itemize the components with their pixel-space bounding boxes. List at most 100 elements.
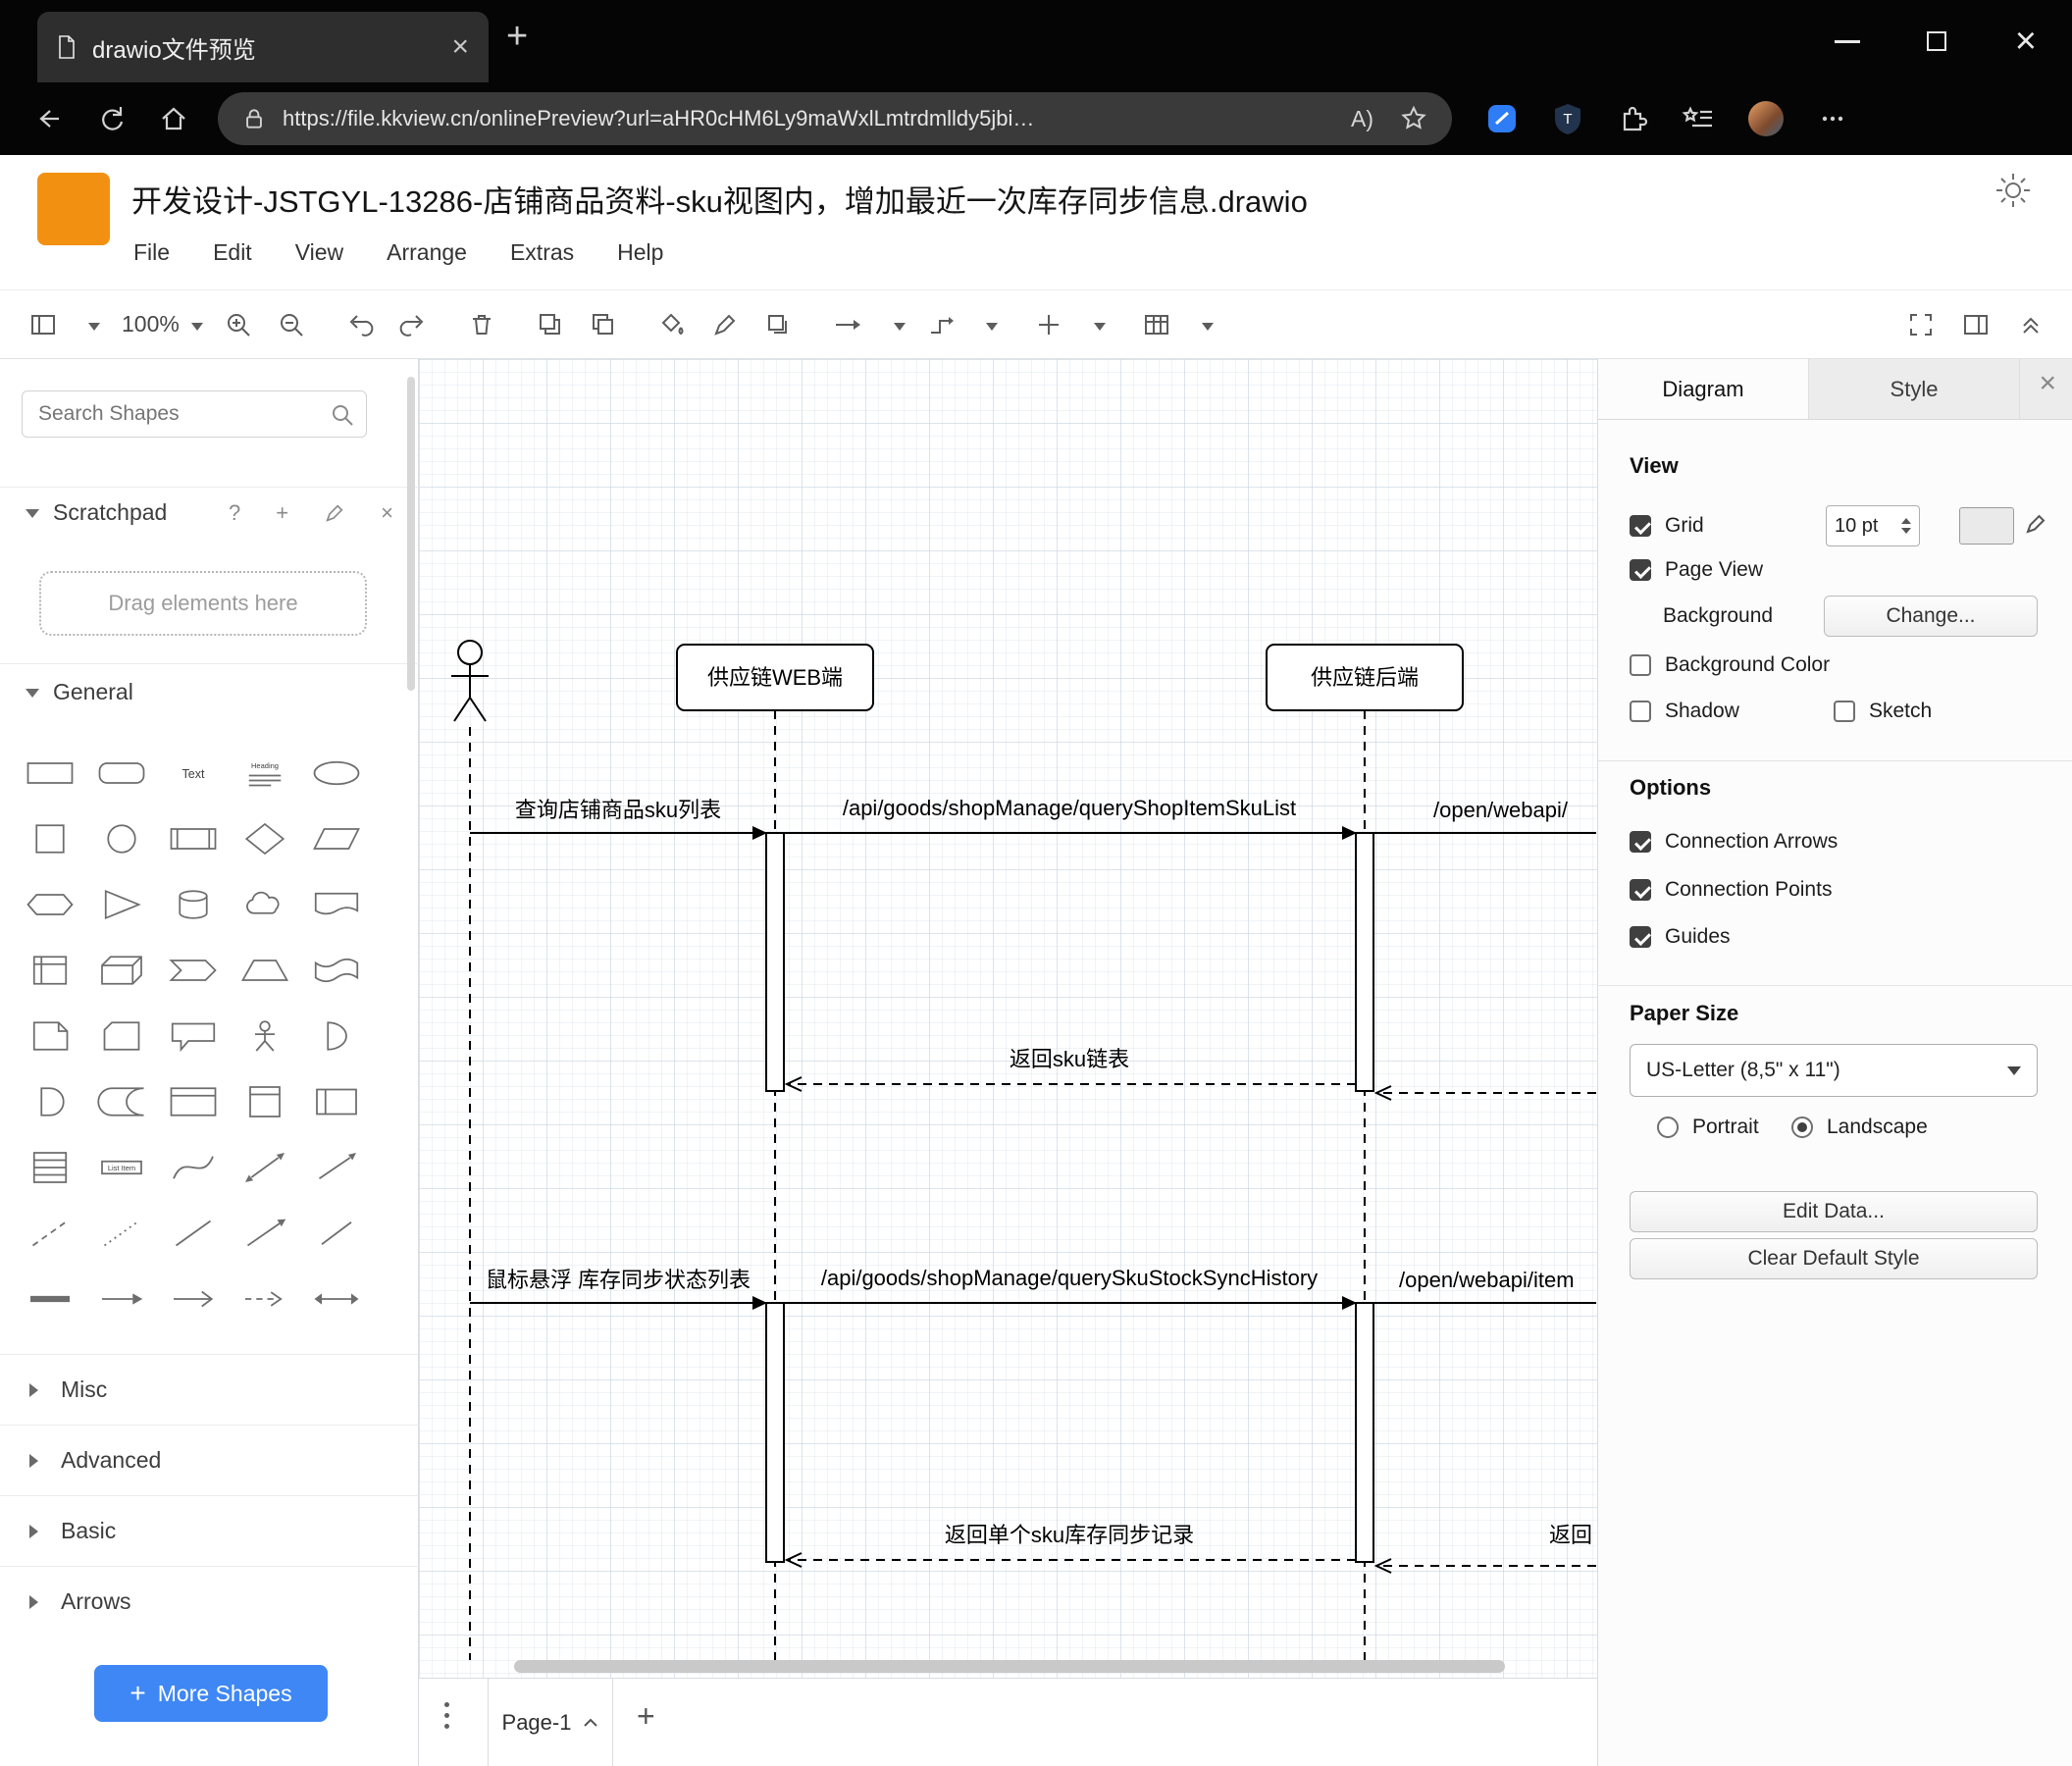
tab-style[interactable]: Style xyxy=(1809,359,2020,419)
message-open-webapi-item[interactable]: /open/webapi/item xyxy=(1373,1268,1596,1304)
return-from-external-2[interactable]: 返回 xyxy=(1373,1523,1596,1574)
format-panel-toggle-button[interactable] xyxy=(1962,311,1990,338)
shape-circle[interactable] xyxy=(85,805,157,871)
section-advanced[interactable]: Advanced xyxy=(0,1425,419,1495)
shape-curve[interactable] xyxy=(157,1134,229,1200)
shape-parallelogram[interactable] xyxy=(300,805,372,871)
edit-grid-color-icon[interactable] xyxy=(2024,512,2047,536)
return-single-sku-record[interactable]: 返回单个sku库存同步记录 xyxy=(784,1523,1356,1568)
read-aloud-icon[interactable]: A) xyxy=(1351,106,1373,132)
shape-cloud[interactable] xyxy=(229,871,300,937)
menu-file[interactable]: File xyxy=(133,239,170,266)
favorite-star-icon[interactable] xyxy=(1399,104,1428,133)
maximize-icon[interactable] xyxy=(1926,31,1946,51)
shape-document[interactable] xyxy=(300,871,372,937)
view-panels-button[interactable] xyxy=(29,311,57,338)
actor-shape[interactable] xyxy=(451,640,489,722)
scratchpad-add-icon[interactable]: + xyxy=(276,501,288,524)
horizontal-scrollbar[interactable] xyxy=(514,1660,1505,1673)
shape-vertical-container[interactable] xyxy=(229,1068,300,1134)
line-color-button[interactable] xyxy=(711,311,739,338)
menu-arrange[interactable]: Arrange xyxy=(387,239,467,266)
connection-arrows-checkbox[interactable] xyxy=(1630,831,1651,853)
paper-size-select[interactable]: US-Letter (8,5" x 11") xyxy=(1630,1044,2038,1097)
change-background-button[interactable]: Change... xyxy=(1824,596,2038,637)
shape-rectangle[interactable] xyxy=(14,740,85,805)
grid-color-swatch[interactable] xyxy=(1959,507,2014,545)
shape-bidirectional-horizontal-arrow[interactable] xyxy=(300,1266,372,1331)
scratchpad-edit-icon[interactable] xyxy=(324,502,345,524)
shape-arrow-right[interactable] xyxy=(85,1266,157,1331)
shape-square[interactable] xyxy=(14,805,85,871)
menu-view[interactable]: View xyxy=(295,239,343,266)
shape-list[interactable] xyxy=(14,1134,85,1200)
shape-internal-storage[interactable] xyxy=(14,937,85,1003)
shield-extension-icon[interactable]: T xyxy=(1552,102,1583,135)
shape-directional-arrow[interactable] xyxy=(229,1200,300,1266)
shape-trapezoid[interactable] xyxy=(229,937,300,1003)
return-sku-list[interactable]: 返回sku链表 xyxy=(784,1047,1356,1092)
menu-extras[interactable]: Extras xyxy=(510,239,574,266)
participant-backend[interactable]: 供应链后端 xyxy=(1266,644,1464,711)
fullscreen-button[interactable] xyxy=(1907,311,1935,338)
refresh-icon[interactable] xyxy=(96,104,126,133)
collapse-toolbar-button[interactable] xyxy=(2017,311,2045,338)
shape-rounded-rectangle[interactable] xyxy=(85,740,157,805)
portrait-radio[interactable] xyxy=(1657,1117,1679,1138)
url-bar[interactable]: https://file.kkview.cn/onlinePreview?url… xyxy=(218,92,1452,145)
message-query-sku-list[interactable]: 查询店铺商品sku列表 xyxy=(470,798,767,840)
scratchpad-close-icon[interactable]: × xyxy=(381,501,393,524)
waypoint-style-button[interactable] xyxy=(927,311,955,338)
background-color-checkbox[interactable] xyxy=(1630,654,1651,676)
more-shapes-button[interactable]: + More Shapes xyxy=(94,1665,328,1722)
profile-avatar[interactable] xyxy=(1748,101,1784,136)
to-back-button[interactable] xyxy=(590,311,617,338)
page-view-checkbox[interactable] xyxy=(1630,559,1651,581)
shape-diamond[interactable] xyxy=(229,805,300,871)
shape-note[interactable] xyxy=(14,1003,85,1068)
favorites-hub-icon[interactable] xyxy=(1682,104,1715,133)
menu-edit[interactable]: Edit xyxy=(213,239,252,266)
shape-link[interactable] xyxy=(14,1266,85,1331)
tab-diagram[interactable]: Diagram xyxy=(1598,359,1809,419)
grid-checkbox[interactable] xyxy=(1630,515,1651,537)
back-icon[interactable] xyxy=(33,104,63,133)
format-panel-close-icon[interactable]: × xyxy=(2039,369,2056,398)
shadow-button[interactable] xyxy=(764,311,792,338)
clear-default-style-button[interactable]: Clear Default Style xyxy=(1630,1238,2038,1279)
sketch-checkbox[interactable] xyxy=(1834,701,1855,722)
zoom-in-button[interactable] xyxy=(225,311,252,338)
edit-data-button[interactable]: Edit Data... xyxy=(1630,1191,2038,1232)
browser-menu-icon[interactable] xyxy=(1817,104,1848,133)
shape-line[interactable] xyxy=(157,1200,229,1266)
sidebar-scrollbar[interactable] xyxy=(407,377,415,691)
shape-step[interactable] xyxy=(157,937,229,1003)
shape-actor[interactable] xyxy=(229,1003,300,1068)
message-open-webapi[interactable]: /open/webapi/ xyxy=(1373,798,1596,834)
scratchpad-header[interactable]: Scratchpad ? + × xyxy=(0,487,419,538)
lifelines[interactable] xyxy=(469,710,1366,1660)
pages-menu-icon[interactable] xyxy=(444,1702,449,1729)
undo-button[interactable] xyxy=(346,311,374,338)
redo-button[interactable] xyxy=(399,311,427,338)
return-from-external-1[interactable] xyxy=(1373,1085,1596,1101)
shape-or[interactable] xyxy=(300,1003,372,1068)
theme-toggle-icon[interactable] xyxy=(1994,171,2033,210)
shape-card[interactable] xyxy=(85,1003,157,1068)
fill-color-button[interactable] xyxy=(658,311,686,338)
shape-cylinder[interactable] xyxy=(157,871,229,937)
insert-button[interactable] xyxy=(1035,311,1062,338)
guides-checkbox[interactable] xyxy=(1630,926,1651,948)
delete-button[interactable] xyxy=(468,311,495,338)
message-hover-stock-sync[interactable]: 鼠标悬浮 库存同步状态列表 xyxy=(470,1268,767,1310)
shape-process[interactable] xyxy=(157,805,229,871)
shape-ellipse[interactable] xyxy=(300,740,372,805)
browser-tab[interactable]: drawio文件预览 × xyxy=(37,12,489,82)
shape-and[interactable] xyxy=(14,1068,85,1134)
shape-list-item[interactable]: List Item xyxy=(85,1134,157,1200)
participant-web[interactable]: 供应链WEB端 xyxy=(676,644,874,711)
zoom-caret-icon[interactable] xyxy=(190,322,203,337)
waypoint-style-caret-icon[interactable] xyxy=(985,322,998,337)
landscape-radio[interactable] xyxy=(1791,1117,1813,1138)
diagram-canvas[interactable]: 供应链WEB端 供应链后端 查询店铺商品sku列表 /api/goods/sho… xyxy=(419,359,1597,1678)
